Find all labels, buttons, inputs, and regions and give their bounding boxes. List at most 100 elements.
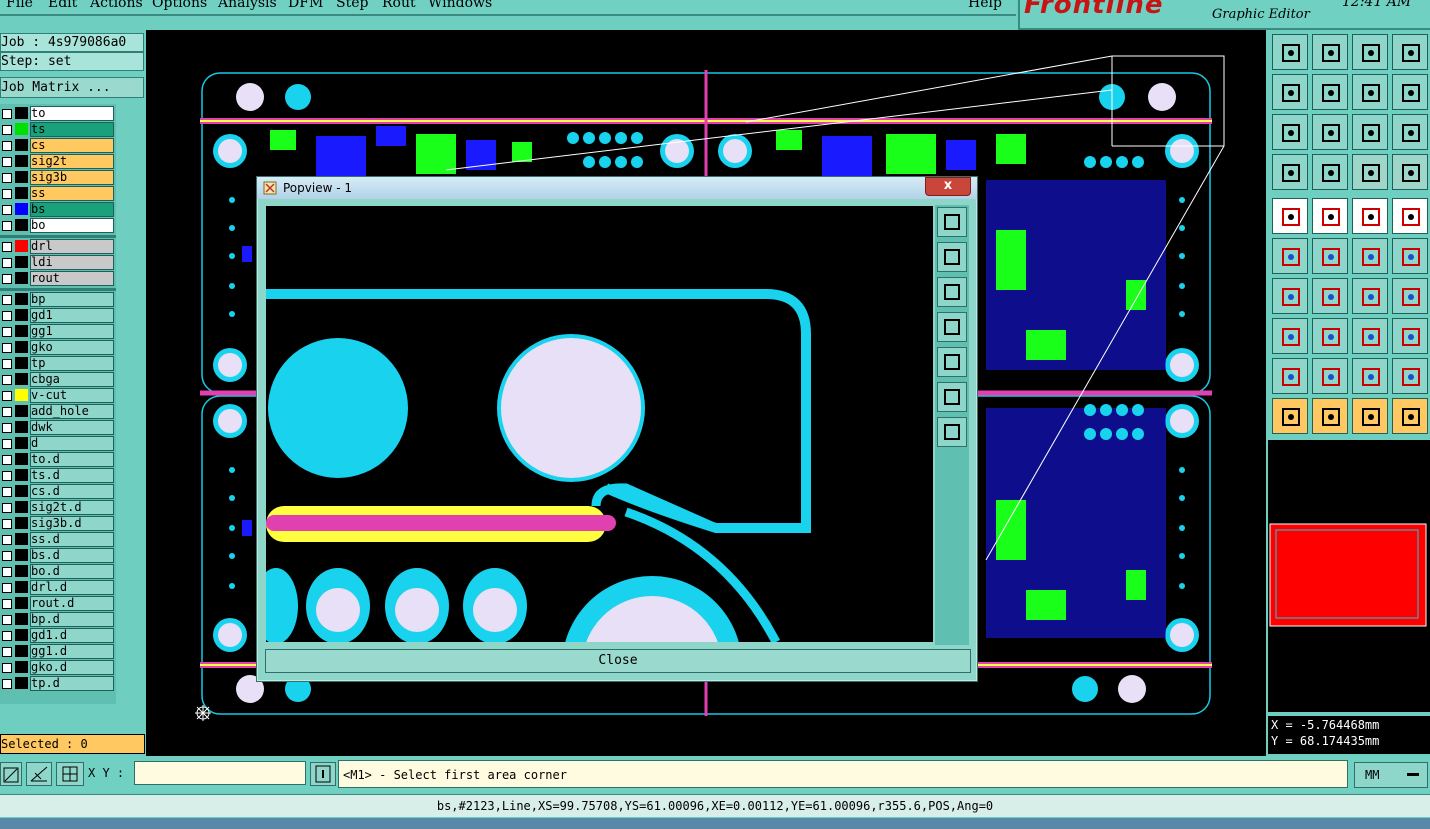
wrench-icon[interactable] [1272, 154, 1308, 190]
layer-row-drl[interactable]: drl [0, 239, 114, 254]
layer-name[interactable]: cs.d [30, 484, 114, 499]
layer-row-gg1.d[interactable]: gg1.d [0, 644, 114, 659]
layer-row-cs[interactable]: cs [0, 138, 114, 153]
zoom-fit-icon[interactable] [1272, 114, 1308, 150]
menu-windows[interactable]: Windows [428, 0, 492, 11]
angle-icon[interactable] [1272, 278, 1308, 314]
layer-checkbox[interactable] [2, 647, 12, 657]
measure-icon[interactable] [26, 762, 52, 786]
layer-checkbox[interactable] [2, 423, 12, 433]
layer-checkbox[interactable] [2, 471, 12, 481]
layer-checkbox[interactable] [2, 274, 12, 284]
snap-icon[interactable] [0, 762, 22, 786]
layer-name[interactable]: bp.d [30, 612, 114, 627]
layer-row-drl.d[interactable]: drl.d [0, 580, 114, 595]
units-select[interactable]: MM [1354, 762, 1428, 788]
layer-row-bs[interactable]: bs [0, 202, 114, 217]
pan-left-icon[interactable] [937, 312, 967, 342]
layer-checkbox[interactable] [2, 519, 12, 529]
layer-name[interactable]: rout.d [30, 596, 114, 611]
layer-name[interactable]: ss.d [30, 532, 114, 547]
target-icon[interactable] [1392, 198, 1428, 234]
layer-checkbox[interactable] [2, 242, 12, 252]
zoom-center-icon[interactable] [1312, 114, 1348, 150]
close-icon[interactable]: x [925, 177, 971, 196]
arc-icon[interactable] [1352, 278, 1388, 314]
layer-row-to.d[interactable]: to.d [0, 452, 114, 467]
layer-name[interactable]: cs [30, 138, 114, 153]
shape-icon[interactable] [1312, 198, 1348, 234]
layer-name[interactable]: add_hole [30, 404, 114, 419]
route-icon[interactable] [1392, 398, 1428, 434]
layer-checkbox[interactable] [2, 679, 12, 689]
menu-file[interactable]: File [6, 0, 33, 11]
snap-line-icon[interactable] [1392, 238, 1428, 274]
rotate-icon[interactable] [1352, 74, 1388, 110]
layer-row-bo.d[interactable]: bo.d [0, 564, 114, 579]
layer-name[interactable]: drl.d [30, 580, 114, 595]
layer-checkbox[interactable] [2, 391, 12, 401]
net-icon[interactable] [1352, 154, 1388, 190]
layer-row-cbga[interactable]: cbga [0, 372, 114, 387]
layer-name[interactable]: gko.d [30, 660, 114, 675]
import-icon[interactable] [1272, 34, 1308, 70]
cross-icon[interactable] [1312, 238, 1348, 274]
layer-name[interactable]: gd1 [30, 308, 114, 323]
layer-row-gg1[interactable]: gg1 [0, 324, 114, 339]
layer-row-add_hole[interactable]: add_hole [0, 404, 114, 419]
layer-row-bp[interactable]: bp [0, 292, 114, 307]
export-icon[interactable] [1312, 34, 1348, 70]
overview-map[interactable] [1268, 440, 1430, 712]
center-icon[interactable] [937, 417, 967, 447]
layer-name[interactable]: bp [30, 292, 114, 307]
line-icon[interactable] [1312, 278, 1348, 314]
layer-checkbox[interactable] [2, 375, 12, 385]
layer-row-dwk[interactable]: dwk [0, 420, 114, 435]
layer-row-tp[interactable]: tp [0, 356, 114, 371]
layer-checkbox[interactable] [2, 311, 12, 321]
pan-right-icon[interactable] [937, 347, 967, 377]
layer-name[interactable]: v-cut [30, 388, 114, 403]
zoom-in-icon[interactable] [937, 207, 967, 237]
layer-checkbox[interactable] [2, 583, 12, 593]
layer-checkbox[interactable] [2, 295, 12, 305]
job-matrix-button[interactable]: Job Matrix ... [0, 77, 144, 98]
layer-name[interactable]: dwk [30, 420, 114, 435]
close-button[interactable]: Close [265, 649, 971, 673]
feature-icon[interactable] [1392, 278, 1428, 314]
window-icon[interactable] [1392, 34, 1428, 70]
layer-name[interactable]: rout [30, 271, 114, 286]
layer-name[interactable]: tp.d [30, 676, 114, 691]
select-area-icon[interactable] [1352, 398, 1388, 434]
home-icon[interactable] [1352, 34, 1388, 70]
pointer-icon[interactable] [1272, 398, 1308, 434]
menu-edit[interactable]: Edit [48, 0, 77, 11]
popview-canvas[interactable] [266, 206, 933, 642]
triangle-icon[interactable] [1272, 358, 1308, 394]
layer-row-gd1.d[interactable]: gd1.d [0, 628, 114, 643]
layer-name[interactable]: tp [30, 356, 114, 371]
layer-checkbox[interactable] [2, 157, 12, 167]
layer-row-ss.d[interactable]: ss.d [0, 532, 114, 547]
layer-name[interactable]: sig3b [30, 170, 114, 185]
menu-options[interactable]: Options [152, 0, 207, 11]
layer-checkbox[interactable] [2, 631, 12, 641]
layer-name[interactable]: gko [30, 340, 114, 355]
layer-checkbox[interactable] [2, 503, 12, 513]
layer-name[interactable]: ts.d [30, 468, 114, 483]
layer-name[interactable]: sig3b.d [30, 516, 114, 531]
group-icon[interactable] [1392, 318, 1428, 354]
menu-step[interactable]: Step [336, 0, 368, 11]
pan-left-icon[interactable] [1272, 74, 1308, 110]
layer-row-sig2t.d[interactable]: sig2t.d [0, 500, 114, 515]
layer-checkbox[interactable] [2, 109, 12, 119]
layer-name[interactable]: to [30, 106, 114, 121]
select-icon[interactable] [1312, 398, 1348, 434]
bridge-icon[interactable] [1392, 358, 1428, 394]
layer-row-ts[interactable]: ts [0, 122, 114, 137]
layer-row-rout[interactable]: rout [0, 271, 114, 286]
net-select-icon[interactable] [1392, 154, 1428, 190]
layer-checkbox[interactable] [2, 141, 12, 151]
layer-row-gko.d[interactable]: gko.d [0, 660, 114, 675]
flip-icon[interactable] [1392, 74, 1428, 110]
